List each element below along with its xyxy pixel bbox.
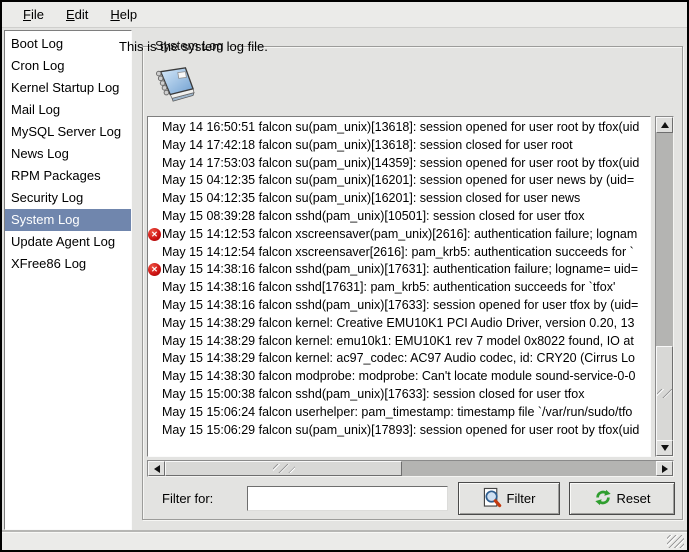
log-row[interactable]: May 15 15:00:38 falcon sshd(pam_unix)[17… <box>148 386 650 404</box>
scroll-right-arrow-icon[interactable] <box>656 461 673 476</box>
menu-file[interactable]: File <box>12 4 55 25</box>
log-entries-list[interactable]: May 14 16:50:51 falcon su(pam_unix)[1361… <box>147 116 651 457</box>
sidebar-item-update-agent-log[interactable]: Update Agent Log <box>5 231 131 253</box>
error-icon: ✕ <box>148 228 161 241</box>
log-row[interactable]: May 14 17:42:18 falcon su(pam_unix)[1361… <box>148 137 650 155</box>
log-row[interactable]: May 14 16:50:51 falcon su(pam_unix)[1361… <box>148 119 650 137</box>
scroll-down-arrow-icon[interactable] <box>656 440 673 456</box>
log-row-text: May 15 14:38:16 falcon sshd[17631]: pam_… <box>162 280 615 294</box>
log-row-text: May 15 04:12:35 falcon su(pam_unix)[1620… <box>162 173 634 187</box>
sidebar-item-kernel-startup-log[interactable]: Kernel Startup Log <box>5 77 131 99</box>
notebook-icon <box>151 65 197 110</box>
magnifier-document-icon <box>483 487 502 511</box>
log-row-text: May 15 14:38:16 falcon sshd(pam_unix)[17… <box>162 298 638 312</box>
filter-button[interactable]: Filter <box>458 482 560 515</box>
scroll-left-arrow-icon[interactable] <box>148 461 165 476</box>
horizontal-scrollbar[interactable] <box>147 460 674 477</box>
reset-button-label: Reset <box>617 491 651 506</box>
error-icon: ✕ <box>148 263 161 276</box>
log-row-text: May 15 15:00:38 falcon sshd(pam_unix)[17… <box>162 387 584 401</box>
filter-input[interactable] <box>247 486 448 511</box>
sidebar-item-security-log[interactable]: Security Log <box>5 187 131 209</box>
vertical-scrollbar-thumb[interactable] <box>656 346 673 441</box>
log-row-text: May 15 15:06:29 falcon su(pam_unix)[1789… <box>162 423 639 437</box>
resize-grip[interactable] <box>667 535 684 548</box>
menu-edit[interactable]: Edit <box>55 4 99 25</box>
log-row-text: May 15 14:38:29 falcon kernel: Creative … <box>162 316 634 330</box>
log-row-text: May 14 17:53:03 falcon su(pam_unix)[1435… <box>162 156 639 170</box>
thumb-grip <box>657 389 672 398</box>
filter-button-label: Filter <box>507 491 536 506</box>
log-row[interactable]: May 15 08:39:28 falcon sshd(pam_unix)[10… <box>148 208 650 226</box>
log-row[interactable]: May 15 15:06:24 falcon userhelper: pam_t… <box>148 404 650 422</box>
horizontal-scrollbar-thumb[interactable] <box>165 461 402 476</box>
log-row[interactable]: May 14 17:53:03 falcon su(pam_unix)[1435… <box>148 155 650 173</box>
log-row[interactable]: May 15 15:06:29 falcon su(pam_unix)[1789… <box>148 422 650 440</box>
log-row[interactable]: May 15 14:38:16 falcon sshd[17631]: pam_… <box>148 279 650 297</box>
log-row[interactable]: May 15 04:12:35 falcon su(pam_unix)[1620… <box>148 190 650 208</box>
log-row-text: May 15 14:38:29 falcon kernel: emu10k1: … <box>162 334 634 348</box>
menu-help[interactable]: Help <box>99 4 148 25</box>
log-row[interactable]: May 15 14:38:30 falcon modprobe: modprob… <box>148 368 650 386</box>
log-row[interactable]: May 15 14:38:16 falcon sshd(pam_unix)[17… <box>148 297 650 315</box>
scroll-up-arrow-icon[interactable] <box>656 117 673 133</box>
log-row-text: May 15 08:39:28 falcon sshd(pam_unix)[10… <box>162 209 584 223</box>
log-row-text: May 15 14:38:16 falcon sshd(pam_unix)[17… <box>162 262 638 276</box>
menu-bar: File Edit Help <box>2 2 687 28</box>
sidebar-item-cron-log[interactable]: Cron Log <box>5 55 131 77</box>
sidebar-item-system-log[interactable]: System Log <box>5 209 131 231</box>
sidebar-item-rpm-packages[interactable]: RPM Packages <box>5 165 131 187</box>
log-row[interactable]: May 15 04:12:35 falcon su(pam_unix)[1620… <box>148 172 650 190</box>
recycle-arrows-icon <box>594 489 612 509</box>
log-row-text: May 14 17:42:18 falcon su(pam_unix)[1361… <box>162 138 573 152</box>
status-bar <box>2 532 687 550</box>
log-description: This is the system log file. <box>119 39 268 54</box>
log-row[interactable]: May 15 14:38:29 falcon kernel: ac97_code… <box>148 350 650 368</box>
vertical-scrollbar[interactable] <box>655 116 674 457</box>
log-row[interactable]: May 15 14:12:54 falcon xscreensaver[2616… <box>148 244 650 262</box>
log-row-text: May 14 16:50:51 falcon su(pam_unix)[1361… <box>162 120 639 134</box>
log-row[interactable]: May 15 14:38:29 falcon kernel: Creative … <box>148 315 650 333</box>
sidebar-item-news-log[interactable]: News Log <box>5 143 131 165</box>
log-row-text: May 15 14:12:54 falcon xscreensaver[2616… <box>162 245 634 259</box>
log-type-list: Boot LogCron LogKernel Startup LogMail L… <box>4 30 132 530</box>
reset-button[interactable]: Reset <box>569 482 675 515</box>
log-row[interactable]: May 15 14:38:29 falcon kernel: emu10k1: … <box>148 333 650 351</box>
log-row-text: May 15 14:12:53 falcon xscreensaver(pam_… <box>162 227 637 241</box>
filter-label: Filter for: <box>162 491 213 506</box>
log-viewer-window: File Edit Help Boot LogCron LogKernel St… <box>0 0 689 552</box>
log-row[interactable]: ✕May 15 14:38:16 falcon sshd(pam_unix)[1… <box>148 261 650 279</box>
sidebar-item-xfree86-log[interactable]: XFree86 Log <box>5 253 131 275</box>
sidebar-item-mysql-server-log[interactable]: MySQL Server Log <box>5 121 131 143</box>
log-row-text: May 15 15:06:24 falcon userhelper: pam_t… <box>162 405 632 419</box>
log-row-text: May 15 04:12:35 falcon su(pam_unix)[1620… <box>162 191 580 205</box>
sidebar-item-boot-log[interactable]: Boot Log <box>5 33 131 55</box>
sidebar-item-mail-log[interactable]: Mail Log <box>5 99 131 121</box>
thumb-grip <box>273 464 295 473</box>
log-row-text: May 15 14:38:29 falcon kernel: ac97_code… <box>162 351 635 365</box>
log-row-text: May 15 14:38:30 falcon modprobe: modprob… <box>162 369 636 383</box>
log-row[interactable]: ✕May 15 14:12:53 falcon xscreensaver(pam… <box>148 226 650 244</box>
